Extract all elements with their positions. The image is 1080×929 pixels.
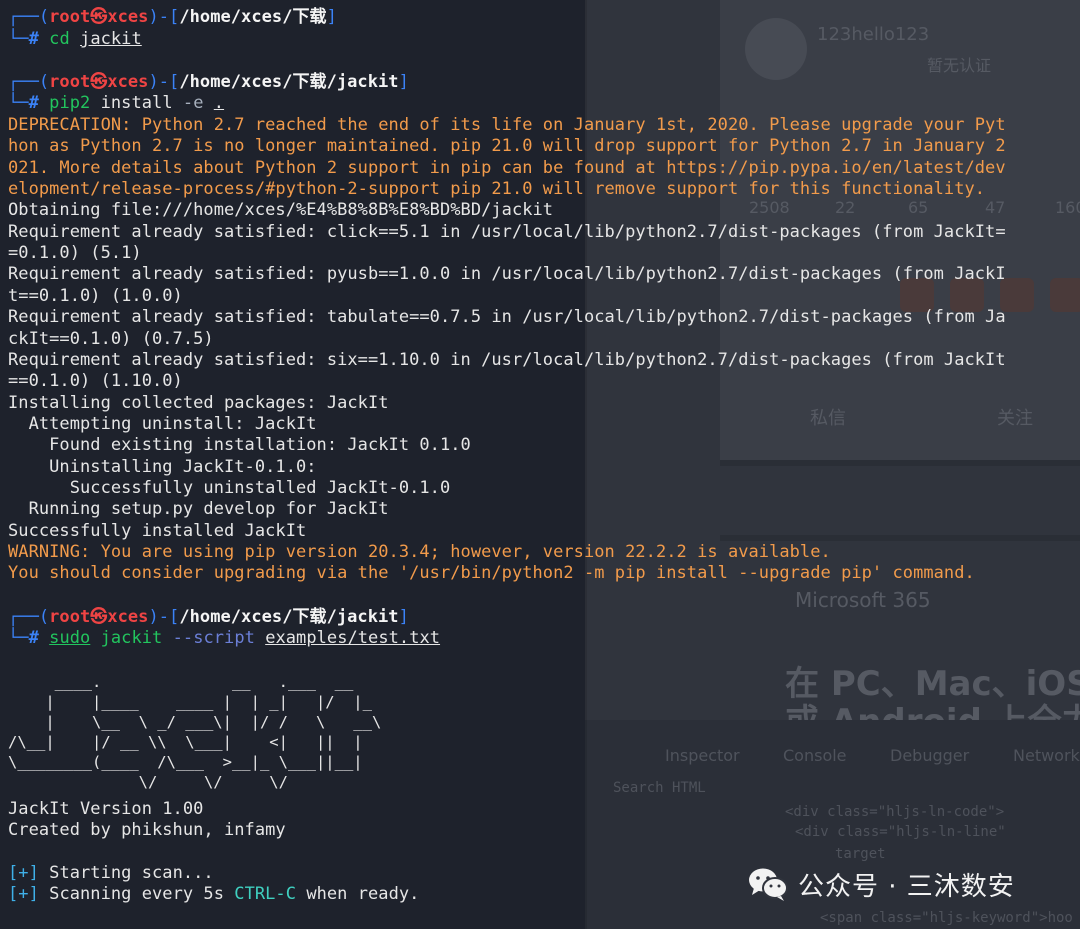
- scan-status-line: [+] Scanning every 5s CTRL-C when ready.: [8, 884, 419, 905]
- prompt-corner: └─: [8, 29, 29, 49]
- status-text: Starting scan...: [49, 863, 214, 883]
- keyboard-shortcut: CTRL-C: [234, 884, 297, 904]
- command-line[interactable]: └─# cd jackit: [8, 29, 142, 50]
- prompt-separator: )-[: [148, 607, 180, 627]
- output-line: Requirement already satisfied: pyusb==1.…: [8, 264, 1006, 285]
- output-line: ==0.1.0) (1.10.0): [8, 371, 183, 392]
- output-line: Running setup.py develop for JackIt: [8, 499, 389, 520]
- command-line[interactable]: └─# pip2 install -e .: [8, 93, 224, 114]
- command-arg: .: [213, 93, 225, 113]
- output-line: Requirement already satisfied: six==1.10…: [8, 349, 1006, 370]
- prompt-corner: ┌──(: [8, 7, 50, 27]
- stat-value: 65: [908, 198, 929, 217]
- scan-status-line: [+] Starting scan...: [8, 863, 214, 884]
- output-line: Attempting uninstall: JackIt: [8, 413, 317, 434]
- prompt-path: /home/xces/下载/jackit: [179, 607, 399, 627]
- output-line: Found existing installation: JackIt 0.1.…: [8, 435, 471, 456]
- stat-value: 47: [985, 198, 1006, 217]
- prompt-corner: └─: [8, 93, 29, 113]
- status-prefix: [+]: [8, 884, 39, 904]
- prompt-hash: #: [28, 628, 39, 648]
- jackit-ascii-logo: ____. __ .___ __ | |____ ____ | | _| |/ …: [8, 673, 382, 791]
- devtools-search[interactable]: Search HTML: [613, 780, 706, 796]
- version-line: JackIt Version 1.00: [8, 799, 204, 819]
- output-line: =0.1.0) (5.1): [8, 243, 142, 264]
- output-line: Obtaining file:///home/xces/%E4%B8%8B%E8…: [8, 200, 554, 221]
- follow-button[interactable]: 关注: [997, 404, 1033, 430]
- output-line: t==0.1.0) (1.0.0): [8, 285, 183, 306]
- devtools-tabs: Inspector Console Debugger Network: [585, 738, 1080, 768]
- output-line: Successfully uninstalled JackIt-0.1.0: [8, 477, 451, 498]
- output-line: Requirement already satisfied: tabulate=…: [8, 307, 1006, 328]
- stat-value: 2508: [749, 198, 790, 217]
- status-text: Scanning every 5s: [49, 884, 224, 904]
- divider: [720, 460, 1080, 466]
- status-text: when ready.: [306, 884, 420, 904]
- credits-line: Created by phikshun, infamy: [8, 820, 286, 840]
- wechat-icon: [748, 866, 788, 902]
- prompt-user: root㉿xces: [49, 607, 149, 627]
- prompt-corner: ┌──(: [8, 607, 50, 627]
- tab-network[interactable]: Network: [1013, 746, 1080, 765]
- terminal-window[interactable]: ┌──(root㉿xces)-[/home/xces/下载] └─# cd ja…: [0, 0, 1006, 929]
- warning-output-line: elopment/release-process/#python-2-suppo…: [8, 179, 986, 200]
- prompt-corner: └─: [8, 628, 29, 648]
- code-line: <div class="hljs-ln-code">: [785, 804, 1005, 820]
- command-arg: install: [100, 93, 173, 113]
- badge-icon: [1050, 278, 1080, 312]
- output-line: Requirement already satisfied: click==5.…: [8, 221, 1006, 242]
- warning-output-line: WARNING: You are using pip version 20.3.…: [8, 542, 831, 562]
- warning-output-line: DEPRECATION: Python 2.7 reached the end …: [8, 115, 1006, 135]
- prompt-bracket-close: ]: [326, 7, 337, 27]
- divider: [720, 535, 1080, 541]
- command-name: sudo: [49, 628, 91, 648]
- prompt-separator: )-[: [148, 72, 180, 92]
- command-arg: jackit: [80, 29, 142, 49]
- command-line[interactable]: └─# sudo jackit --script examples/test.t…: [8, 628, 440, 649]
- watermark: 公众号 · 三沐数安: [748, 862, 1015, 906]
- message-button[interactable]: 私信: [810, 404, 846, 430]
- warning-output-line: 021. More details about Python 2 support…: [8, 157, 1006, 178]
- output-line: Installing collected packages: JackIt: [8, 392, 389, 413]
- status-prefix: [+]: [8, 863, 39, 883]
- command-name: pip2: [49, 93, 91, 113]
- prompt-hash: #: [28, 93, 39, 113]
- prompt-bracket-close: ]: [398, 72, 409, 92]
- prompt-bracket-close: ]: [398, 607, 409, 627]
- prompt-path: /home/xces/下载: [179, 7, 327, 27]
- prompt-header: ┌──(root㉿xces)-[/home/xces/下载/jackit]: [8, 72, 409, 93]
- tab-debugger[interactable]: Debugger: [890, 746, 969, 765]
- command-flag: --script: [172, 628, 255, 648]
- prompt-user: root㉿xces: [49, 72, 149, 92]
- tab-inspector[interactable]: Inspector: [665, 746, 740, 765]
- code-line: target: [835, 846, 886, 862]
- tab-console[interactable]: Console: [783, 746, 847, 765]
- code-line: <span class="hljs-keyword">hoo: [820, 910, 1073, 926]
- prompt-user: root㉿xces: [49, 7, 149, 27]
- prompt-header: ┌──(root㉿xces)-[/home/xces/下载]: [8, 7, 337, 28]
- avatar: [745, 18, 807, 80]
- warning-output-line: You should consider upgrading via the '/…: [8, 563, 975, 584]
- warning-output-line: hon as Python 2.7 is no longer maintaine…: [8, 136, 1006, 157]
- prompt-corner: ┌──(: [8, 72, 50, 92]
- output-line: Uninstalling JackIt-0.1.0:: [8, 456, 317, 477]
- prompt-path: /home/xces/下载/jackit: [179, 72, 399, 92]
- prompt-hash: #: [28, 29, 39, 49]
- prompt-header: ┌──(root㉿xces)-[/home/xces/下载/jackit]: [8, 607, 409, 628]
- profile-badge: 暂无认证: [927, 56, 992, 75]
- command-name: cd: [49, 29, 70, 49]
- stat-value: 22: [835, 198, 856, 217]
- ad-brand: Microsoft 365: [795, 588, 931, 612]
- watermark-text: 公众号 · 三沐数安: [798, 871, 1015, 902]
- output-line: ckIt==0.1.0) (0.7.5): [8, 328, 214, 349]
- code-line: <div class="hljs-ln-line": [795, 824, 1006, 840]
- output-line: Successfully installed JackIt: [8, 520, 307, 541]
- command-flag: -e: [182, 93, 204, 113]
- command-arg: examples/test.txt: [265, 628, 441, 648]
- command-arg: jackit: [100, 628, 163, 648]
- profile-username: 123hello123: [817, 24, 930, 45]
- prompt-separator: )-[: [148, 7, 180, 27]
- stat-value: 160: [1055, 198, 1080, 217]
